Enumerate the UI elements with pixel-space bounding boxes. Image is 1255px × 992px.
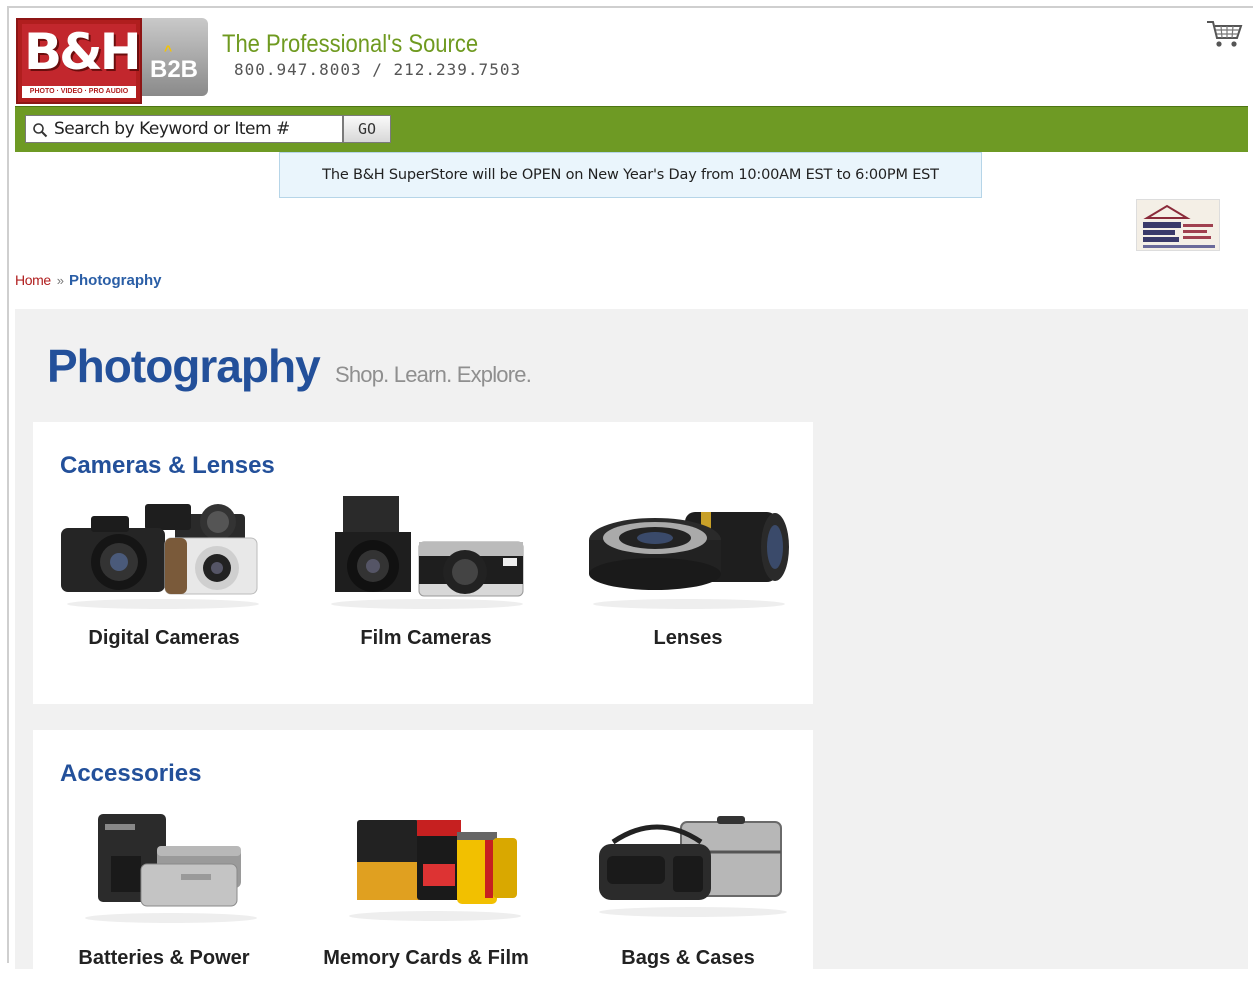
category-label[interactable]: Lenses bbox=[557, 627, 819, 650]
category-tile-film-cameras[interactable]: Film Cameras bbox=[295, 492, 557, 672]
section-title[interactable]: Cameras & Lenses bbox=[60, 452, 275, 480]
cameras-lenses-section: Cameras & Lenses Digital Cameras Film Ca… bbox=[33, 422, 813, 704]
film-cameras-image[interactable] bbox=[315, 492, 537, 614]
breadcrumb: Home » Photography bbox=[15, 272, 161, 289]
lenses-image[interactable] bbox=[577, 492, 799, 614]
category-tile-bags-cases[interactable]: Bags & Cases bbox=[557, 812, 819, 992]
search-input[interactable] bbox=[54, 116, 338, 142]
category-label[interactable]: Film Cameras bbox=[295, 627, 557, 650]
category-tile-memory-cards[interactable]: Memory Cards & Film bbox=[295, 812, 557, 992]
category-tile-batteries[interactable]: Batteries & Power bbox=[33, 812, 295, 992]
cart-icon[interactable] bbox=[1205, 18, 1245, 50]
page-subtitle: Shop. Learn. Explore. bbox=[335, 362, 532, 387]
category-label[interactable]: Batteries & Power bbox=[33, 947, 295, 970]
category-tile-digital-cameras[interactable]: Digital Cameras bbox=[33, 492, 295, 672]
logo-tagline: PHOTO · VIDEO · PRO AUDIO bbox=[22, 86, 136, 98]
search-icon bbox=[32, 122, 48, 138]
b2b-badge[interactable]: ^ B2B bbox=[142, 18, 208, 96]
accessories-section: Accessories Batteries & Power Memory Car… bbox=[33, 730, 813, 990]
search-box bbox=[25, 115, 343, 143]
category-label[interactable]: Digital Cameras bbox=[33, 627, 295, 650]
breadcrumb-separator: » bbox=[56, 273, 64, 288]
digital-cameras-image[interactable] bbox=[53, 492, 275, 614]
go-button[interactable]: GO bbox=[343, 115, 391, 143]
category-label[interactable]: Bags & Cases bbox=[557, 947, 819, 970]
page-title: Photography bbox=[47, 340, 321, 392]
search-bar: GO bbox=[15, 106, 1248, 152]
bags-cases-image[interactable] bbox=[577, 812, 799, 934]
header-tagline: The Professional's Source bbox=[222, 30, 479, 58]
header-phone: 800.947.8003 / 212.239.7503 bbox=[234, 60, 522, 79]
section-title[interactable]: Accessories bbox=[60, 760, 201, 788]
category-tile-lenses[interactable]: Lenses bbox=[557, 492, 819, 672]
main-content: Photography Shop. Learn. Explore. Camera… bbox=[15, 309, 1248, 990]
logo-letters: B&H bbox=[24, 23, 142, 81]
b2b-label: B2B bbox=[150, 56, 199, 83]
promo-badge[interactable] bbox=[1136, 199, 1220, 251]
bh-logo[interactable]: B&H PHOTO · VIDEO · PRO AUDIO bbox=[16, 18, 142, 104]
batteries-image[interactable] bbox=[53, 812, 275, 934]
breadcrumb-home-link[interactable]: Home bbox=[15, 272, 51, 288]
memory-cards-image[interactable] bbox=[315, 812, 537, 934]
category-label[interactable]: Memory Cards & Film bbox=[295, 947, 557, 970]
breadcrumb-current[interactable]: Photography bbox=[69, 272, 162, 289]
store-hours-notice: The B&H SuperStore will be OPEN on New Y… bbox=[279, 152, 982, 198]
